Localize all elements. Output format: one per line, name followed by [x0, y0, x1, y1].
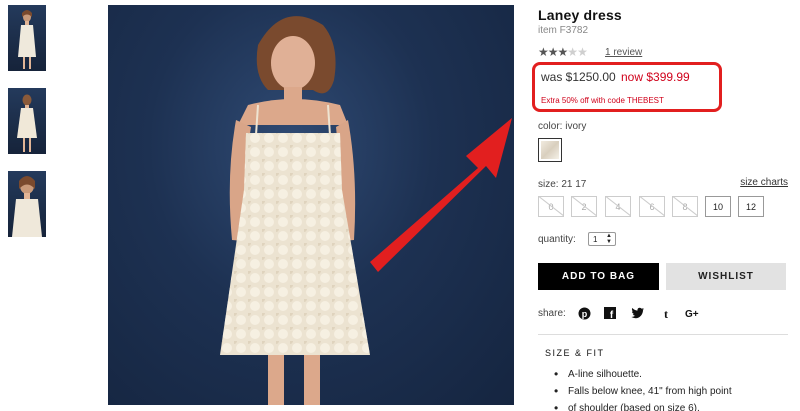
share-label: share: [538, 308, 566, 319]
star-icon: ★ [538, 45, 549, 59]
svg-text:t: t [664, 307, 668, 320]
size-charts-link[interactable]: size charts [740, 177, 788, 188]
star-rating: ★★★★★ [538, 45, 588, 59]
size-option[interactable]: 10 [705, 196, 731, 217]
promo-text: Extra 50% off with code THEBEST [541, 96, 664, 105]
tumblr-icon[interactable]: t [658, 305, 674, 321]
product-title: Laney dress [538, 7, 622, 23]
color-label: color: ivory [538, 121, 587, 132]
size-option[interactable]: 4 [605, 196, 631, 217]
price-was: was $1250.00 [541, 70, 616, 84]
size-option[interactable]: 6 [639, 196, 665, 217]
star-empty-icon: ★ [577, 45, 588, 59]
list-item-continuation: of shoulder (based on size 6). [554, 400, 784, 411]
thumbnail-back[interactable] [8, 88, 46, 154]
price-now: now $399.99 [621, 70, 690, 84]
pinterest-icon[interactable]: p [576, 305, 592, 321]
product-details-panel: Laney dress item F3782 ★★★★★ 1 review wa… [532, 0, 798, 411]
star-icon: ★ [547, 45, 559, 59]
star-icon: ★ [557, 45, 569, 59]
size-fit-list: A-line silhouette. Falls below knee, 41"… [554, 366, 784, 411]
google-plus-icon[interactable]: G+ [685, 305, 701, 321]
product-main-image[interactable] [108, 5, 514, 405]
size-values: 21 17 [561, 179, 587, 190]
size-label: size: 21 17 [538, 179, 587, 190]
wishlist-button[interactable]: WISHLIST [666, 263, 786, 290]
color-swatch-ivory[interactable] [538, 138, 562, 162]
quantity-label: quantity: [538, 234, 576, 245]
size-fit-heading: SIZE & FIT [545, 348, 605, 358]
select-arrows-icon: ▲ ▼ [606, 233, 612, 245]
facebook-icon[interactable]: f [602, 305, 618, 321]
list-item: Falls below knee, 41" from high point [554, 383, 784, 400]
size-option[interactable]: 2 [571, 196, 597, 217]
color-value: ivory [565, 121, 587, 132]
item-code: item F3782 [538, 25, 589, 36]
svg-text:G+: G+ [685, 309, 699, 319]
size-option[interactable]: 8 [672, 196, 698, 217]
add-to-bag-button[interactable]: ADD TO BAG [538, 263, 659, 290]
review-link[interactable]: 1 review [605, 47, 642, 58]
thumbnail-front[interactable] [8, 5, 46, 71]
size-option[interactable]: 12 [738, 196, 764, 217]
thumbnail-closeup[interactable] [8, 171, 46, 237]
star-empty-icon: ★ [567, 45, 578, 59]
list-item: A-line silhouette. [554, 366, 784, 383]
size-option[interactable]: 0 [538, 196, 564, 217]
quantity-select[interactable]: 1 ▲ ▼ [588, 232, 616, 246]
price-highlight-box: was $1250.00 now $399.99 Extra 50% off w… [532, 62, 722, 112]
svg-text:p: p [581, 309, 587, 319]
divider [538, 334, 788, 335]
twitter-icon[interactable] [630, 305, 646, 321]
